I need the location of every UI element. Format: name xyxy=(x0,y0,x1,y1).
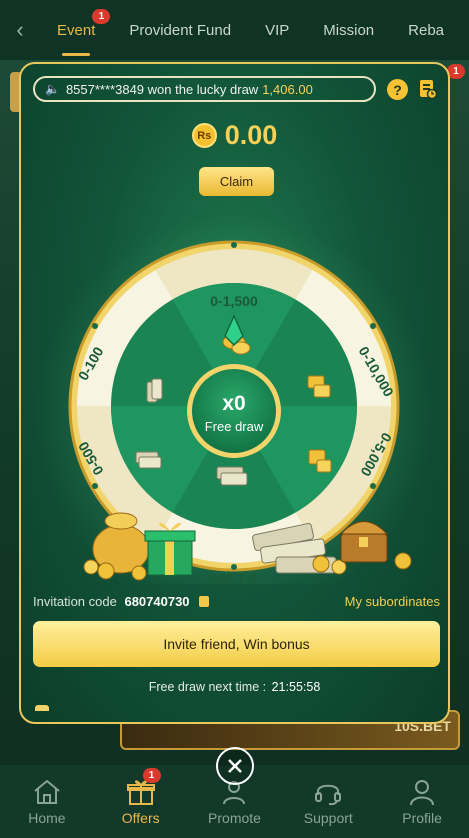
balance-display: Rs 0.00 xyxy=(21,120,448,151)
tab-provident-fund[interactable]: Provident Fund xyxy=(112,0,248,60)
next-draw-countdown: 21:55:58 xyxy=(271,680,321,694)
treasure-chest-decoration xyxy=(339,521,412,570)
invitation-code-group: Invitation code 680740730 xyxy=(33,594,210,609)
cash-prize-icon xyxy=(146,378,163,403)
tab-vip[interactable]: VIP xyxy=(248,0,306,60)
segment-label: 0-1,500 xyxy=(210,293,258,309)
close-modal-button[interactable] xyxy=(216,747,254,785)
close-icon xyxy=(228,759,242,773)
nav-profile[interactable]: Profile xyxy=(375,765,469,838)
invitation-code-value: 680740730 xyxy=(124,594,190,609)
segment-label: 0-1,000 xyxy=(210,571,258,584)
crown-icon xyxy=(35,705,49,711)
ticker-amount: 1,406.00 xyxy=(262,81,313,97)
ticker-message: 8557****3849 won the lucky draw xyxy=(65,81,259,97)
nav-support[interactable]: Support xyxy=(281,765,375,838)
tab-mission[interactable]: Mission xyxy=(306,0,391,60)
top-nav: ‹ Event 1 Provident Fund VIP Mission Reb… xyxy=(0,0,469,60)
nav-home[interactable]: Home xyxy=(0,765,94,838)
winner-ticker: 🔈 8557****3849 won the lucky draw 1,406.… xyxy=(33,76,376,102)
lucky-wheel: 0-1,500 0-10,000 0-5,000 0-1,000 0-500 0… xyxy=(34,214,434,584)
nav-offers[interactable]: 1 Offers xyxy=(94,765,188,838)
invitation-code-label: Invitation code xyxy=(33,594,117,609)
claim-button[interactable]: Claim xyxy=(199,167,274,196)
headset-icon xyxy=(315,784,342,806)
cash-prize-icon xyxy=(216,466,248,486)
profile-icon xyxy=(410,780,435,806)
speaker-icon: 🔈 xyxy=(45,82,60,96)
record-icon[interactable] xyxy=(418,77,438,101)
tab-rebate[interactable]: Reba xyxy=(391,0,461,60)
cash-prize-icon xyxy=(135,451,162,469)
free-draw-count: x0 xyxy=(222,392,245,415)
help-icon[interactable]: ? xyxy=(387,79,408,100)
next-draw-label: Free draw next time : xyxy=(148,680,267,694)
my-subordinates-link[interactable]: My subordinates xyxy=(345,594,440,609)
lucky-draw-modal: 🔈 8557****3849 won the lucky draw 1,406.… xyxy=(19,62,450,724)
tab-event[interactable]: Event 1 xyxy=(40,0,112,60)
tab-event-badge: 1 xyxy=(92,9,111,24)
rupee-coin-icon: Rs xyxy=(191,123,217,148)
copy-icon[interactable] xyxy=(199,596,210,607)
chevron-left-icon: ‹ xyxy=(16,17,24,42)
invitation-row: Invitation code 680740730 My subordinate… xyxy=(33,594,440,609)
home-icon xyxy=(34,779,60,804)
invite-friend-button[interactable]: Invite friend, Win bonus xyxy=(33,621,440,667)
back-button[interactable]: ‹ xyxy=(0,0,40,60)
offers-badge: 1 xyxy=(142,768,161,783)
free-draw-label: Free draw xyxy=(205,419,264,434)
balance-value: 0.00 xyxy=(224,120,278,150)
next-draw-timer: Free draw next time : 21:55:58 xyxy=(21,680,448,694)
gift-box-decoration xyxy=(144,522,196,576)
